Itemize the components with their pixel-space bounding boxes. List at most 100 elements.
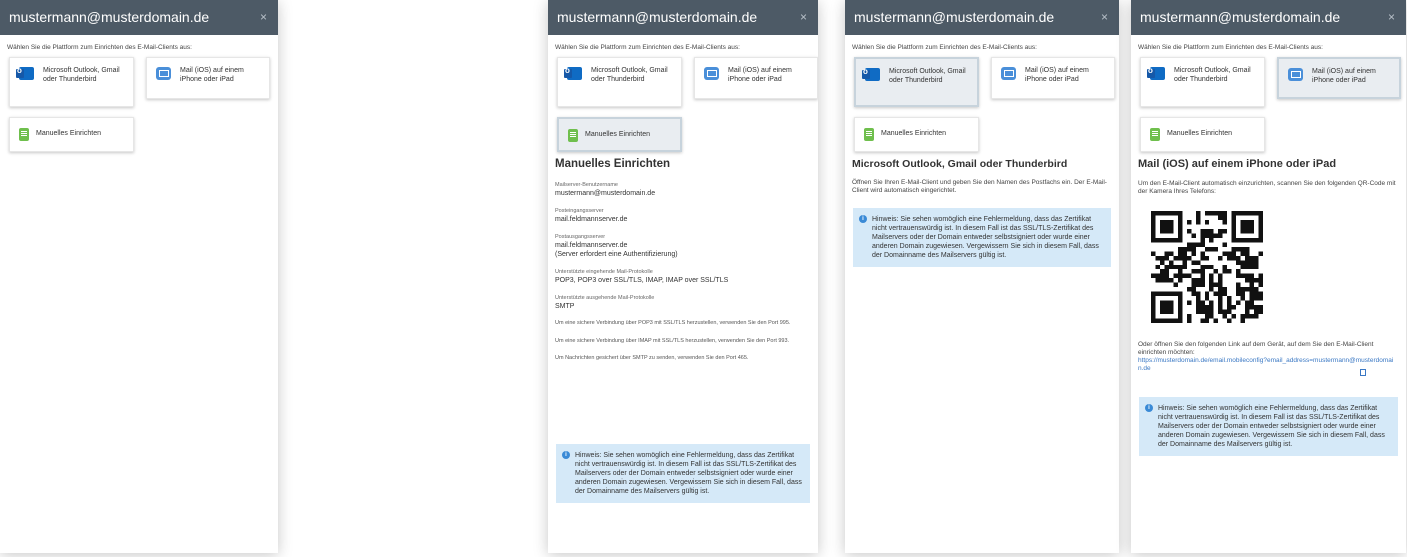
qr-module (1173, 237, 1178, 243)
qr-module (1159, 278, 1165, 283)
qr-module (1195, 219, 1201, 225)
qr-module (1177, 309, 1183, 315)
option-mail-ios-button[interactable]: Mail (iOS) auf einem iPhone oder iPad (1277, 57, 1401, 99)
option-manual-button[interactable]: Manuelles Einrichten (557, 117, 682, 152)
qr-module (1159, 228, 1165, 234)
qr-module (1236, 273, 1241, 279)
qr-module (1231, 224, 1237, 229)
dialog-header: mustermann@musterdomain.de × (0, 0, 278, 35)
qr-module (1177, 296, 1183, 301)
close-icon[interactable]: × (260, 0, 267, 35)
qr-module (1254, 296, 1259, 301)
qr-module (1236, 211, 1241, 216)
qr-module (1227, 269, 1232, 274)
qr-module (1151, 314, 1156, 319)
option-manual-button[interactable]: Manuelles Einrichten (854, 117, 979, 152)
qr-module (1155, 255, 1160, 261)
qr-module (1177, 211, 1183, 216)
close-icon[interactable]: × (1101, 0, 1108, 35)
qr-module (1236, 291, 1241, 297)
qr-module (1254, 278, 1259, 283)
qr-module (1249, 300, 1255, 306)
qr-module (1177, 264, 1183, 270)
qr-module (1249, 228, 1255, 234)
close-icon[interactable]: × (1388, 0, 1395, 35)
qr-module (1209, 282, 1214, 288)
qr-module (1173, 264, 1178, 270)
qr-module (1236, 300, 1241, 306)
qr-module (1236, 282, 1241, 288)
qr-module (1164, 269, 1169, 274)
option-outlook-button[interactable]: Microsoft Outlook, Gmail oder Thunderbir… (1140, 57, 1265, 107)
qr-module (1159, 255, 1165, 261)
option-label: Microsoft Outlook, Gmail oder Thunderbir… (889, 68, 966, 84)
qr-module (1177, 251, 1183, 256)
section-text: Um den E-Mail-Client automatisch einzuri… (1138, 180, 1396, 195)
mobileconfig-link[interactable]: https://musterdomain.de/email.mobileconf… (1138, 357, 1398, 373)
qr-module (1200, 278, 1205, 283)
info-text: Hinweis: Sie sehen womöglich eine Fehler… (575, 452, 802, 495)
qr-module (1218, 211, 1223, 216)
qr-module (1209, 314, 1214, 319)
qr-module (1186, 255, 1192, 261)
qr-module (1258, 296, 1263, 301)
section-title: Manuelles Einrichten (555, 158, 671, 170)
qr-module (1240, 211, 1246, 216)
qr-module (1182, 246, 1187, 252)
qr-module (1218, 255, 1223, 261)
qr-module (1240, 291, 1246, 297)
qr-module (1200, 255, 1205, 261)
qr-module (1155, 264, 1160, 270)
option-manual-button[interactable]: Manuelles Einrichten (9, 117, 134, 152)
mail-app-icon (704, 67, 719, 80)
option-mail-ios-button[interactable]: Mail (iOS) auf einem iPhone oder iPad (146, 57, 270, 99)
mail-app-icon (1288, 68, 1303, 81)
qr-module (1155, 318, 1160, 323)
qr-module (1254, 211, 1259, 216)
qr-module (1200, 300, 1205, 306)
qr-module (1254, 237, 1259, 243)
qr-module (1168, 224, 1174, 229)
qr-module (1222, 287, 1228, 292)
option-label: Microsoft Outlook, Gmail oder Thunderbir… (591, 67, 668, 83)
section-title: Microsoft Outlook, Gmail oder Thunderbir… (852, 158, 1068, 170)
qr-module (1159, 300, 1165, 306)
option-mail-ios-button[interactable]: Mail (iOS) auf einem iPhone oder iPad (991, 57, 1115, 99)
option-outlook-button[interactable]: Microsoft Outlook, Gmail oder Thunderbir… (854, 57, 979, 107)
qr-module (1240, 273, 1246, 279)
qr-module (1155, 273, 1160, 279)
qr-module (1209, 287, 1214, 292)
qr-module (1155, 237, 1160, 243)
qr-module (1204, 255, 1210, 261)
option-mail-ios-button[interactable]: Mail (iOS) auf einem iPhone oder iPad (694, 57, 818, 99)
qr-module (1240, 251, 1246, 256)
field-value: POP3, POP3 over SSL/TLS, IMAP, IMAP over… (555, 277, 729, 284)
certificate-info-box: i Hinweis: Sie sehen womöglich eine Fehl… (1139, 397, 1398, 456)
qr-module (1155, 211, 1160, 216)
qr-module (1151, 228, 1156, 234)
qr-module (1182, 273, 1187, 279)
qr-module (1209, 237, 1214, 243)
qr-module (1204, 309, 1210, 315)
qr-module (1186, 219, 1192, 225)
qr-module (1240, 219, 1246, 225)
option-outlook-button[interactable]: Microsoft Outlook, Gmail oder Thunderbir… (9, 57, 134, 107)
qr-module (1213, 269, 1219, 274)
section-text: Öffnen Sie Ihren E-Mail-Client und geben… (852, 179, 1107, 194)
option-outlook-button[interactable]: Microsoft Outlook, Gmail oder Thunderbir… (557, 57, 682, 107)
close-icon[interactable]: × (800, 0, 807, 35)
qr-module (1191, 278, 1196, 283)
qr-module (1168, 300, 1174, 306)
qr-module (1191, 242, 1196, 247)
intro-text: Wählen Sie die Plattform zum Einrichten … (1138, 44, 1323, 51)
option-manual-button[interactable]: Manuelles Einrichten (1140, 117, 1265, 152)
qr-module (1182, 251, 1187, 256)
qr-module (1254, 291, 1259, 297)
qr-module (1204, 296, 1210, 301)
qr-module (1182, 255, 1187, 261)
qr-module (1245, 287, 1250, 292)
qr-module (1218, 305, 1223, 310)
copy-icon[interactable] (1360, 369, 1366, 376)
qr-module (1231, 211, 1237, 216)
qr-module (1245, 211, 1250, 216)
